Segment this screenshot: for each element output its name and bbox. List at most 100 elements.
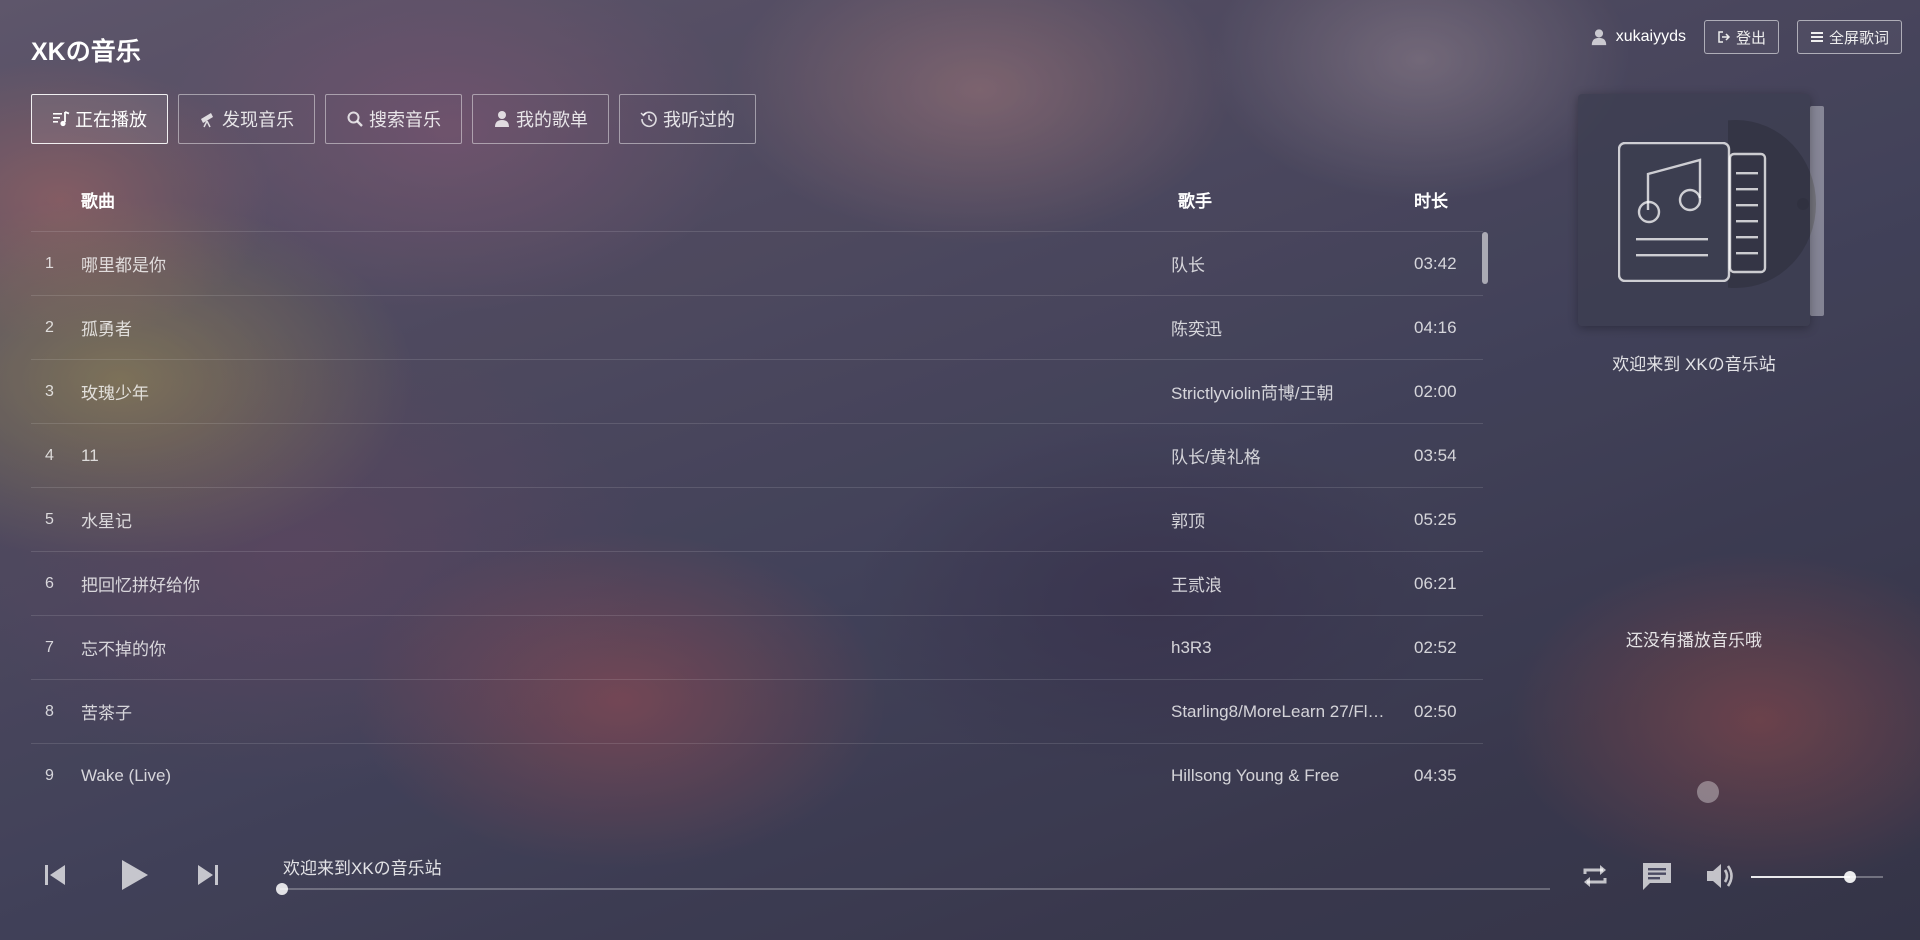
tab-label: 我听过的 (663, 110, 735, 130)
tab-label: 我的歌单 (516, 110, 588, 130)
tab-history[interactable]: 我听过的 (619, 94, 756, 144)
row-song: 水星记 (81, 512, 132, 531)
row-song: 11 (81, 445, 99, 465)
table-row[interactable]: 6 把回忆拼好给你 王贰浪 06:21 (31, 552, 1483, 616)
welcome-text: 欢迎来到 XKの音乐站 (1612, 355, 1776, 374)
tab-label: 发现音乐 (222, 110, 294, 130)
music-document-icon (1618, 142, 1767, 282)
table-row[interactable]: 8 苦茶子 Starling8/MoreLearn 27/Fl… 02:50 (31, 680, 1483, 744)
row-song: 苦茶子 (81, 704, 132, 723)
row-index: 9 (45, 767, 54, 784)
progress-bar[interactable] (276, 883, 1550, 895)
album-cover (1578, 94, 1810, 326)
row-duration: 04:35 (1414, 766, 1457, 785)
repeat-button[interactable] (1578, 856, 1612, 896)
row-artist: Starling8/MoreLearn 27/Fl… (1171, 701, 1385, 721)
next-button[interactable] (193, 856, 223, 894)
previous-button[interactable] (40, 856, 70, 894)
row-song: 忘不掉的你 (81, 640, 166, 659)
no-music-text: 还没有播放音乐哦 (1626, 631, 1762, 650)
logout-label: 登出 (1735, 29, 1766, 47)
fullscreen-lyrics-label: 全屏歌词 (1828, 29, 1889, 47)
row-duration: 04:16 (1414, 317, 1457, 337)
table-header: 歌曲 歌手 时长 (31, 168, 1483, 232)
header-artist: 歌手 (1178, 192, 1212, 211)
username: xukaiyyds (1615, 28, 1686, 45)
tab-now-playing[interactable]: 正在播放 (31, 94, 168, 144)
user-area: xukaiyyds 登出 全屏歌词 (1590, 20, 1902, 54)
repeat-icon (1583, 865, 1607, 887)
table-row[interactable]: 7 忘不掉的你 h3R3 02:52 (31, 616, 1483, 680)
history-icon (640, 111, 657, 128)
tab-label: 正在播放 (75, 110, 147, 130)
fullscreen-lyrics-button[interactable]: 全屏歌词 (1796, 20, 1902, 54)
table-row[interactable]: 2 孤勇者 陈奕迅 04:16 (31, 296, 1483, 360)
skip-next-icon (198, 865, 218, 885)
row-index: 7 (45, 638, 54, 656)
telescope-icon (201, 113, 213, 128)
row-artist: Hillsong Young & Free (1171, 766, 1340, 785)
volume-slider[interactable] (1751, 871, 1883, 883)
skip-previous-icon (45, 865, 65, 885)
volume-icon (1707, 864, 1733, 888)
row-index: 5 (45, 510, 54, 528)
row-artist: 王贰浪 (1171, 576, 1222, 595)
row-duration: 06:21 (1414, 573, 1457, 593)
row-artist: 陈奕迅 (1171, 320, 1222, 339)
row-index: 3 (45, 382, 54, 400)
row-index: 1 (45, 254, 54, 272)
row-song: 孤勇者 (81, 320, 132, 339)
tab-label: 搜索音乐 (369, 110, 441, 130)
row-song: 把回忆拼好给你 (81, 576, 200, 595)
table-row[interactable]: 3 玫瑰少年 Strictlyviolin苘博/王朝 02:00 (31, 360, 1483, 424)
table-row[interactable]: 9 Wake (Live) Hillsong Young & Free 04:3… (31, 744, 1483, 808)
tab-search-music[interactable]: 搜索音乐 (325, 94, 462, 144)
nav-tabs: 正在播放 发现音乐 搜索音乐 我的歌单 我听过的 (31, 94, 756, 144)
now-playing-text: 欢迎来到XKの音乐站 (283, 859, 442, 878)
lyrics-dot (1697, 781, 1719, 803)
album-cover-area (1578, 94, 1842, 326)
row-song: Wake (Live) (81, 766, 172, 785)
row-artist: 队长/黄礼格 (1171, 448, 1261, 467)
user-info: xukaiyyds (1590, 28, 1686, 46)
search-icon (347, 111, 363, 127)
header-duration: 时长 (1414, 192, 1448, 211)
row-duration: 03:54 (1414, 445, 1457, 465)
volume-knob[interactable] (1844, 871, 1856, 883)
row-index: 8 (45, 702, 54, 720)
row-artist: 队长 (1171, 256, 1205, 275)
volume-button[interactable] (1703, 856, 1737, 896)
play-button[interactable] (114, 856, 154, 894)
progress-knob[interactable] (276, 883, 288, 895)
now-playing-icon (53, 111, 70, 127)
row-artist: 郭顶 (1171, 512, 1205, 531)
row-duration: 05:25 (1414, 509, 1457, 529)
row-duration: 02:50 (1414, 701, 1457, 721)
table-row[interactable]: 4 11 队长/黄礼格 03:54 (31, 424, 1483, 488)
disc-sleeve (1810, 106, 1824, 316)
row-index: 4 (45, 446, 54, 464)
tab-my-playlist[interactable]: 我的歌单 (472, 94, 609, 144)
row-artist: h3R3 (1171, 637, 1212, 657)
lyrics-button[interactable] (1640, 856, 1674, 896)
logout-icon (1718, 31, 1731, 43)
comment-icon (1643, 863, 1671, 890)
user-icon (1591, 29, 1606, 46)
row-index: 2 (45, 318, 54, 336)
table-row[interactable]: 1 哪里都是你 队长 03:42 (31, 232, 1483, 296)
play-icon (122, 860, 148, 890)
table-scrollbar[interactable] (1482, 232, 1488, 284)
menu-icon (1810, 32, 1823, 42)
volume-fill (1751, 876, 1850, 878)
row-song: 哪里都是你 (81, 256, 166, 275)
app-logo: XKの音乐 (31, 38, 141, 66)
row-duration: 02:00 (1414, 381, 1457, 401)
header-song: 歌曲 (81, 192, 115, 211)
row-artist: Strictlyviolin苘博/王朝 (1171, 384, 1334, 403)
logout-button[interactable]: 登出 (1703, 20, 1779, 54)
row-duration: 03:42 (1414, 253, 1457, 273)
table-row[interactable]: 5 水星记 郭顶 05:25 (31, 488, 1483, 552)
row-index: 6 (45, 574, 54, 592)
tab-discover-music[interactable]: 发现音乐 (178, 94, 315, 144)
song-table: 歌曲 歌手 时长 1 哪里都是你 队长 03:42 2 孤勇者 陈奕迅 04:1… (31, 168, 1483, 808)
